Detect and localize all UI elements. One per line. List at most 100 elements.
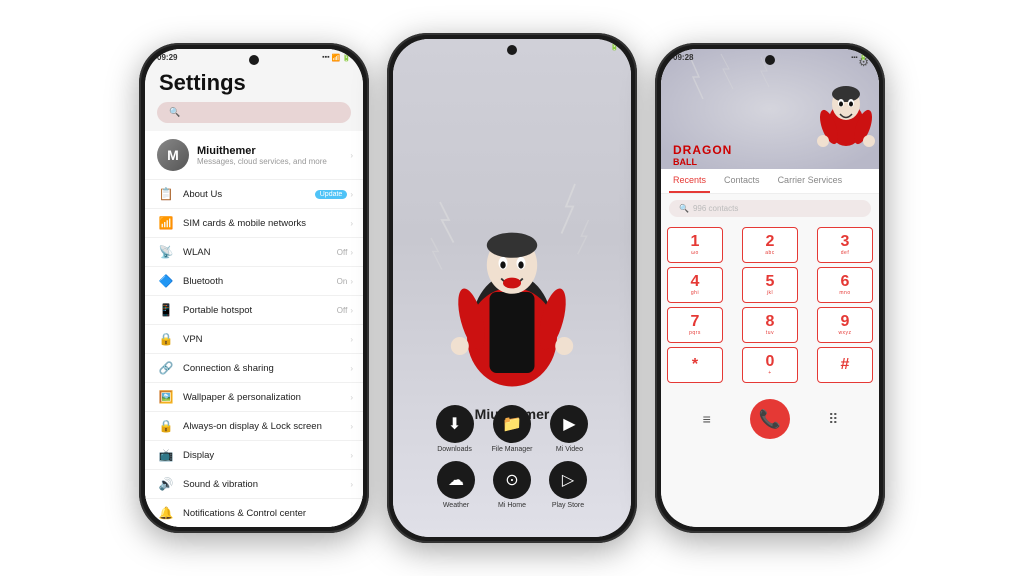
key-6[interactable]: 6 mno: [817, 267, 873, 303]
app-icon: ⬇: [436, 405, 474, 443]
phone-dialer: 09:28 ▪▪▪ 🔋 DRAGON: [655, 43, 885, 533]
app-item[interactable]: ▷ Play Store: [549, 461, 587, 509]
key-letters: +: [768, 370, 771, 376]
home-apps: ⬇ Downloads 📁 File Manager ▶ Mi Video ☁ …: [393, 405, 631, 517]
key-3[interactable]: 3 def: [817, 227, 873, 263]
item-label: Notifications & Control center: [183, 508, 342, 519]
settings-item[interactable]: 🔒 VPN ›: [145, 325, 363, 354]
item-right: ›: [350, 422, 353, 431]
home-status-icons: 🔋: [610, 43, 619, 51]
chevron-icon: ›: [350, 364, 353, 373]
item-text: Sound & vibration: [183, 479, 342, 490]
item-label: Sound & vibration: [183, 479, 342, 490]
chevron-icon: ›: [350, 219, 353, 228]
chevron-icon: ›: [350, 190, 353, 199]
item-right: ›: [350, 364, 353, 373]
dialer-wallpaper: DRAGON BALL: [661, 49, 879, 169]
settings-list: 📋 About Us Update› 📶 SIM cards & mobile …: [145, 180, 363, 527]
item-icon: 📱: [157, 301, 175, 319]
key-9[interactable]: 9 wxyz: [817, 307, 873, 343]
item-label: SIM cards & mobile networks: [183, 218, 342, 229]
dialer-tab-contacts[interactable]: Contacts: [720, 169, 764, 193]
item-text: WLAN: [183, 247, 329, 258]
item-label: Connection & sharing: [183, 363, 342, 374]
app-item[interactable]: ⊙ Mi Home: [493, 461, 531, 509]
app-item[interactable]: ⬇ Downloads: [436, 405, 474, 453]
key-number: 1: [691, 234, 700, 250]
dialer-battery: 🔋: [860, 54, 867, 61]
settings-screen: 09:29 ▪▪▪ 📶 🔋 Settings 🔍 M Miuithemer Me…: [145, 49, 363, 527]
item-label: VPN: [183, 334, 342, 345]
key-4[interactable]: 4 ghi: [667, 267, 723, 303]
key-0[interactable]: 0 +: [742, 347, 798, 383]
settings-item[interactable]: 🖼️ Wallpaper & personalization ›: [145, 383, 363, 412]
settings-item[interactable]: 📺 Display ›: [145, 441, 363, 470]
chevron-icon: ›: [350, 306, 353, 315]
item-value: Off: [337, 248, 348, 257]
item-icon: 🔊: [157, 475, 175, 493]
settings-item[interactable]: 🔒 Always-on display & Lock screen ›: [145, 412, 363, 441]
call-button[interactable]: 📞: [750, 399, 790, 439]
dialer-tab-carrier-services[interactable]: Carrier Services: [774, 169, 847, 193]
key-7[interactable]: 7 pqrs: [667, 307, 723, 343]
signal-icon: ▪▪▪: [322, 54, 329, 61]
settings-item[interactable]: 🔗 Connection & sharing ›: [145, 354, 363, 383]
item-right: ›: [350, 509, 353, 518]
status-icons: ▪▪▪ 📶 🔋: [322, 54, 351, 62]
app-label: Play Store: [552, 502, 584, 509]
item-right: ›: [350, 480, 353, 489]
svg-text:BALL: BALL: [673, 157, 697, 167]
status-time: 09:29: [157, 53, 177, 62]
app-item[interactable]: ☁ Weather: [437, 461, 475, 509]
settings-item[interactable]: 🔷 Bluetooth On›: [145, 267, 363, 296]
search-bar[interactable]: 🔍: [157, 102, 351, 123]
key-*[interactable]: *: [667, 347, 723, 383]
key-2[interactable]: 2 abc: [742, 227, 798, 263]
settings-title: Settings: [145, 64, 363, 102]
item-label: Always-on display & Lock screen: [183, 421, 342, 432]
settings-item[interactable]: 🔊 Sound & vibration ›: [145, 470, 363, 499]
key-#[interactable]: #: [817, 347, 873, 383]
item-icon: 🔷: [157, 272, 175, 290]
item-label: Portable hotspot: [183, 305, 329, 316]
settings-item[interactable]: 📋 About Us Update›: [145, 180, 363, 209]
settings-item[interactable]: 📡 WLAN Off›: [145, 238, 363, 267]
item-right: ›: [350, 451, 353, 460]
item-icon: 🖼️: [157, 388, 175, 406]
keypad-row: 7 pqrs 8 tuv 9 wxyz: [667, 307, 873, 343]
dialer-tabs: Recents Contacts Carrier Services: [661, 169, 879, 194]
item-label: About Us: [183, 189, 307, 200]
profile-item[interactable]: M Miuithemer Messages, cloud services, a…: [145, 131, 363, 180]
item-icon: 🔒: [157, 417, 175, 435]
key-5[interactable]: 5 jkl: [742, 267, 798, 303]
key-8[interactable]: 8 tuv: [742, 307, 798, 343]
home-screen: 🔋 Miuithemer ⬇ Downloads 📁 File Manager …: [393, 39, 631, 537]
dialer-tab-recents[interactable]: Recents: [669, 169, 710, 193]
dialpad-button[interactable]: ⠿: [817, 403, 849, 435]
settings-item[interactable]: 📱 Portable hotspot Off›: [145, 296, 363, 325]
app-row: ⬇ Downloads 📁 File Manager ▶ Mi Video: [403, 405, 621, 453]
character-svg: [422, 147, 602, 437]
settings-item[interactable]: 📶 SIM cards & mobile networks ›: [145, 209, 363, 238]
chevron-icon: ›: [350, 151, 353, 160]
item-text: VPN: [183, 334, 342, 345]
key-1[interactable]: 1 ωο: [667, 227, 723, 263]
menu-button[interactable]: ≡: [691, 403, 723, 435]
chevron-icon: ›: [350, 335, 353, 344]
settings-item[interactable]: 🔔 Notifications & Control center ›: [145, 499, 363, 527]
item-icon: 📺: [157, 446, 175, 464]
item-right: Off›: [337, 248, 353, 257]
item-label: Display: [183, 450, 342, 461]
item-text: Wallpaper & personalization: [183, 392, 342, 403]
key-letters: mno: [839, 290, 850, 296]
key-number: 0: [766, 354, 775, 370]
chevron-icon: ›: [350, 393, 353, 402]
item-right: Off›: [337, 306, 353, 315]
chevron-icon: ›: [350, 277, 353, 286]
app-item[interactable]: ▶ Mi Video: [550, 405, 588, 453]
app-item[interactable]: 📁 File Manager: [492, 405, 533, 453]
dialer-signal: ▪▪▪: [851, 55, 857, 61]
app-icon: 📁: [493, 405, 531, 443]
search-contacts[interactable]: 🔍 996 contacts: [669, 200, 871, 217]
phone-settings: 09:29 ▪▪▪ 📶 🔋 Settings 🔍 M Miuithemer Me…: [139, 43, 369, 533]
